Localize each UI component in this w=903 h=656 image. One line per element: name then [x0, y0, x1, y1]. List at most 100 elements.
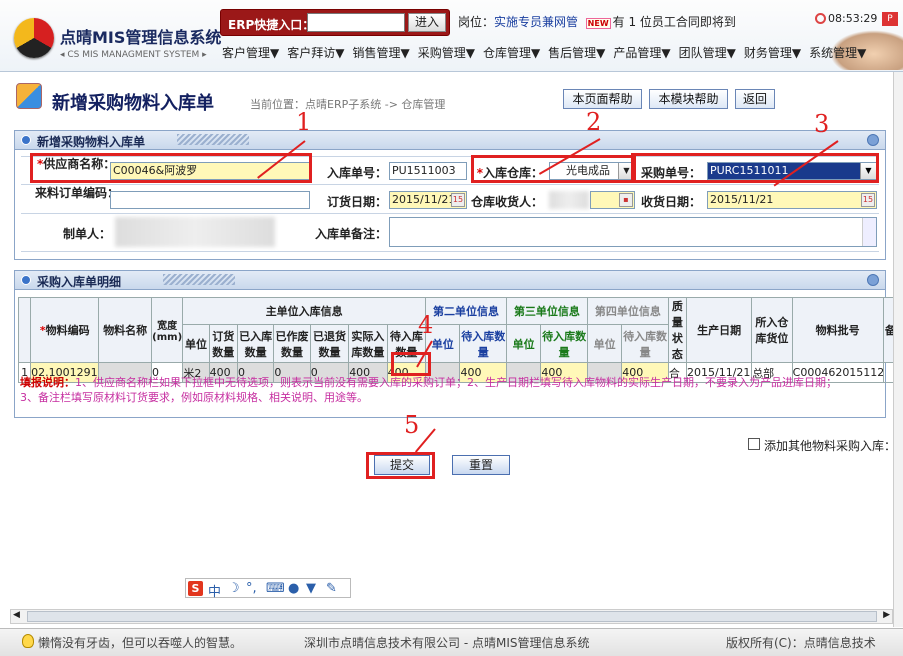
- user-icon[interactable]: ●: [288, 581, 299, 596]
- col-unit3-pending: 待入库数量: [540, 324, 588, 363]
- calendar-icon[interactable]: 15: [861, 193, 875, 207]
- app-title: 点晴MIS管理信息系统: [60, 28, 222, 47]
- panel-bullet-icon: [21, 135, 31, 145]
- receive-date-label: 收货日期：: [640, 195, 701, 209]
- col-material-name: 物料名称: [98, 297, 152, 363]
- col-material-code: *物料编码: [30, 297, 100, 363]
- nav-finance[interactable]: 财务管理▼: [744, 46, 801, 60]
- receiver-input[interactable]: ▪: [590, 191, 635, 209]
- col-unit2-pending: 待入库数量: [459, 324, 507, 363]
- receiver-blurred: [549, 191, 589, 209]
- keyboard-icon[interactable]: ⌨: [266, 581, 285, 596]
- col-width: 宽度(mm): [150, 297, 184, 363]
- erp-enter-button[interactable]: 进入: [408, 13, 446, 32]
- annotation-number-4: 4: [418, 311, 434, 339]
- sogou-icon[interactable]: S: [188, 581, 203, 596]
- nav-aftersales[interactable]: 售后管理▼: [548, 46, 605, 60]
- nav-sales[interactable]: 销售管理▼: [352, 46, 409, 60]
- remark-textarea[interactable]: [389, 217, 877, 247]
- horizontal-scrollbar[interactable]: ◀ ▶: [10, 609, 893, 624]
- clock: 08:53:29: [815, 12, 877, 25]
- add-more-label: 添加其他物料采购入库：: [764, 439, 897, 453]
- receive-date-input[interactable]: 2015/11/21 15: [707, 191, 877, 209]
- receiver-label: 仓库收货人：: [470, 195, 543, 209]
- module-help-button[interactable]: 本模块帮助: [649, 89, 728, 109]
- nav-customer[interactable]: 客户管理▼: [222, 46, 279, 60]
- group-unit3: 第三单位信息: [505, 296, 588, 326]
- collapse-icon[interactable]: [867, 134, 879, 146]
- incoming-order-input[interactable]: [110, 191, 310, 209]
- contract-notice[interactable]: 有 1 位员工合同即将到: [613, 15, 736, 29]
- add-more-checkbox[interactable]: [748, 438, 760, 450]
- page-titlebar: 新增采购物料入库单 当前位置：点晴ERP子系统 -> 仓库管理 本页面帮助 本模…: [10, 75, 893, 123]
- nav-warehouse[interactable]: 仓库管理▼: [483, 46, 540, 60]
- form-panel-header: 新增采购物料入库单: [15, 131, 885, 150]
- nav-team[interactable]: 团队管理▼: [679, 46, 736, 60]
- form-panel-title: 新增采购物料入库单: [37, 135, 146, 149]
- breadcrumb: 当前位置：点晴ERP子系统 -> 仓库管理: [250, 98, 446, 111]
- shirt-icon[interactable]: ▼: [306, 581, 316, 596]
- scroll-thumb[interactable]: [27, 611, 877, 622]
- collapse-icon[interactable]: [867, 274, 879, 286]
- col-returned-qty: 已退货数量: [309, 324, 350, 363]
- scroll-right-icon[interactable]: ▶: [883, 610, 890, 620]
- annotation-number-1: 1: [296, 108, 312, 136]
- incoming-order-label: 来料订单编码：: [35, 186, 120, 200]
- inbound-no-input[interactable]: PU1511003: [389, 162, 467, 180]
- textarea-scrollbar[interactable]: [862, 218, 876, 246]
- ime-lang[interactable]: 中: [208, 581, 221, 600]
- creator-label: 制单人：: [62, 227, 111, 241]
- annotation-number-3: 3: [814, 110, 830, 138]
- annotation-box-5: [366, 452, 435, 479]
- annotation-box-3: [631, 153, 879, 183]
- inbound-form-panel: 新增采购物料入库单 *供应商名称： C00046&阿波罗 入库单号： PU151…: [14, 130, 886, 260]
- nav-system[interactable]: 系统管理▼: [809, 46, 866, 60]
- col-inbound-qty: 已入库数量: [236, 324, 275, 363]
- scroll-left-icon[interactable]: ◀: [13, 610, 20, 620]
- panel-hatch: [177, 134, 249, 145]
- app-header: 点晴MIS管理信息系统 ◂ CS MIS MANAGMENT SYSTEM ▸ …: [0, 0, 903, 72]
- logo-icon: [14, 18, 54, 58]
- creator-blurred: [115, 217, 275, 247]
- annotation-box-4: [391, 352, 431, 376]
- erp-quick-entry: ERP快捷入口： 进入: [220, 9, 450, 36]
- order-date-label: 订货日期：: [326, 195, 387, 209]
- col-unit3: 单位: [505, 324, 542, 363]
- remark-label: 入库单备注：: [314, 227, 387, 241]
- nav-product[interactable]: 产品管理▼: [613, 46, 670, 60]
- footer-tip: 懒惰没有牙齿，但可以吞噬人的智慧。: [38, 636, 243, 650]
- detail-panel-header: 采购入库单明细: [15, 271, 885, 290]
- col-unit4: 单位: [586, 324, 623, 363]
- reset-button[interactable]: 重置: [452, 455, 510, 475]
- moon-icon[interactable]: ☽: [228, 581, 240, 596]
- back-button[interactable]: 返回: [735, 89, 775, 109]
- nav-purchase[interactable]: 采购管理▼: [418, 46, 475, 60]
- col-batch-no: 物料批号: [791, 297, 884, 363]
- punct-icon[interactable]: °,: [246, 581, 257, 596]
- clock-time: 08:53:29: [828, 12, 878, 25]
- app-subtitle: ◂ CS MIS MANAGMENT SYSTEM ▸: [60, 50, 207, 60]
- col-unit4-pending: 待入库数量: [621, 324, 669, 363]
- col-order-qty: 订货数量: [208, 324, 238, 363]
- nav-visit[interactable]: 客户拜访▼: [287, 46, 344, 60]
- erp-quick-label: ERP快捷入口：: [228, 18, 315, 32]
- lightbulb-icon: [22, 634, 34, 648]
- module-icon: [16, 83, 42, 109]
- main-nav: 客户管理▼ 客户拜访▼ 销售管理▼ 采购管理▼ 仓库管理▼ 售后管理▼ 产品管理▼ 团队管理▼…: [222, 44, 874, 62]
- col-invalid-qty: 已作废数量: [273, 324, 311, 363]
- clock-icon: [815, 13, 826, 24]
- new-badge: NEW: [585, 18, 611, 29]
- annotation-number-2: 2: [586, 108, 602, 136]
- vertical-scrollbar[interactable]: [893, 72, 903, 627]
- inbound-no-label: 入库单号：: [326, 166, 387, 180]
- order-date-input[interactable]: 2015/11/21 15: [389, 191, 467, 209]
- page-help-button[interactable]: 本页面帮助: [563, 89, 642, 109]
- pdf-icon[interactable]: P: [882, 12, 898, 26]
- wrench-icon[interactable]: ✎: [326, 581, 337, 596]
- calendar-icon[interactable]: 15: [451, 193, 465, 207]
- position-value[interactable]: 实施专员兼网管: [494, 15, 578, 29]
- col-actual-qty: 实际入库数量: [348, 324, 388, 363]
- erp-quick-input[interactable]: [307, 13, 405, 32]
- col-quality: 质量状态: [667, 297, 688, 363]
- position-label: 岗位：: [458, 15, 495, 29]
